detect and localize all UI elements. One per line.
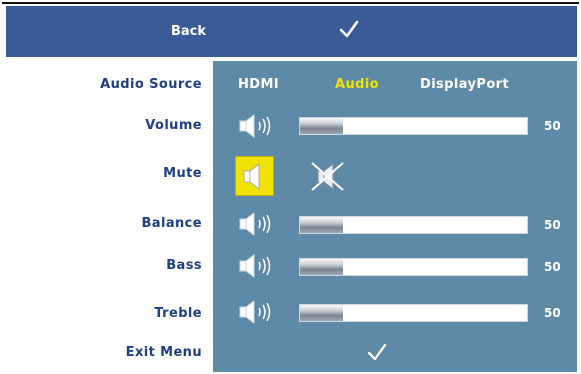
bass-slider[interactable] — [299, 258, 528, 276]
header-bar: Back — [6, 6, 577, 57]
bass-label: Bass — [166, 258, 202, 273]
mute-label: Mute — [163, 166, 202, 181]
checkmark-icon[interactable] — [367, 342, 387, 362]
speaker-icon — [239, 114, 271, 138]
balance-slider-fill — [300, 217, 343, 233]
speaker-icon — [239, 254, 271, 278]
speaker-icon — [239, 212, 271, 236]
back-label: Back — [170, 24, 206, 39]
volume-label: Volume — [145, 118, 202, 133]
back-button[interactable]: Back — [6, 6, 206, 57]
balance-value: 50 — [544, 218, 561, 232]
volume-slider-fill — [300, 118, 343, 134]
top-border — [2, 2, 579, 4]
audio-settings-osd: Back Audio Source HDMI Audio DisplayPort… — [0, 0, 581, 374]
tab-displayport[interactable]: DisplayPort — [420, 77, 509, 92]
bass-value: 50 — [544, 260, 561, 274]
volume-slider[interactable] — [299, 117, 528, 135]
treble-value: 50 — [544, 306, 561, 320]
audio-source-label: Audio Source — [100, 77, 202, 92]
tab-audio[interactable]: Audio — [335, 77, 379, 92]
balance-slider[interactable] — [299, 216, 528, 234]
treble-slider[interactable] — [299, 304, 528, 322]
checkmark-icon — [339, 20, 359, 38]
speaker-icon — [239, 300, 271, 324]
unmuted-option[interactable] — [235, 156, 274, 196]
balance-label: Balance — [141, 216, 202, 231]
treble-slider-fill — [300, 305, 343, 321]
treble-label: Treble — [154, 306, 202, 321]
muted-speaker-icon[interactable] — [306, 160, 352, 193]
volume-value: 50 — [544, 119, 561, 133]
speaker-on-icon — [243, 162, 260, 191]
exit-menu-label[interactable]: Exit Menu — [40, 345, 202, 360]
bass-slider-fill — [300, 259, 343, 275]
tab-hdmi[interactable]: HDMI — [238, 77, 279, 92]
